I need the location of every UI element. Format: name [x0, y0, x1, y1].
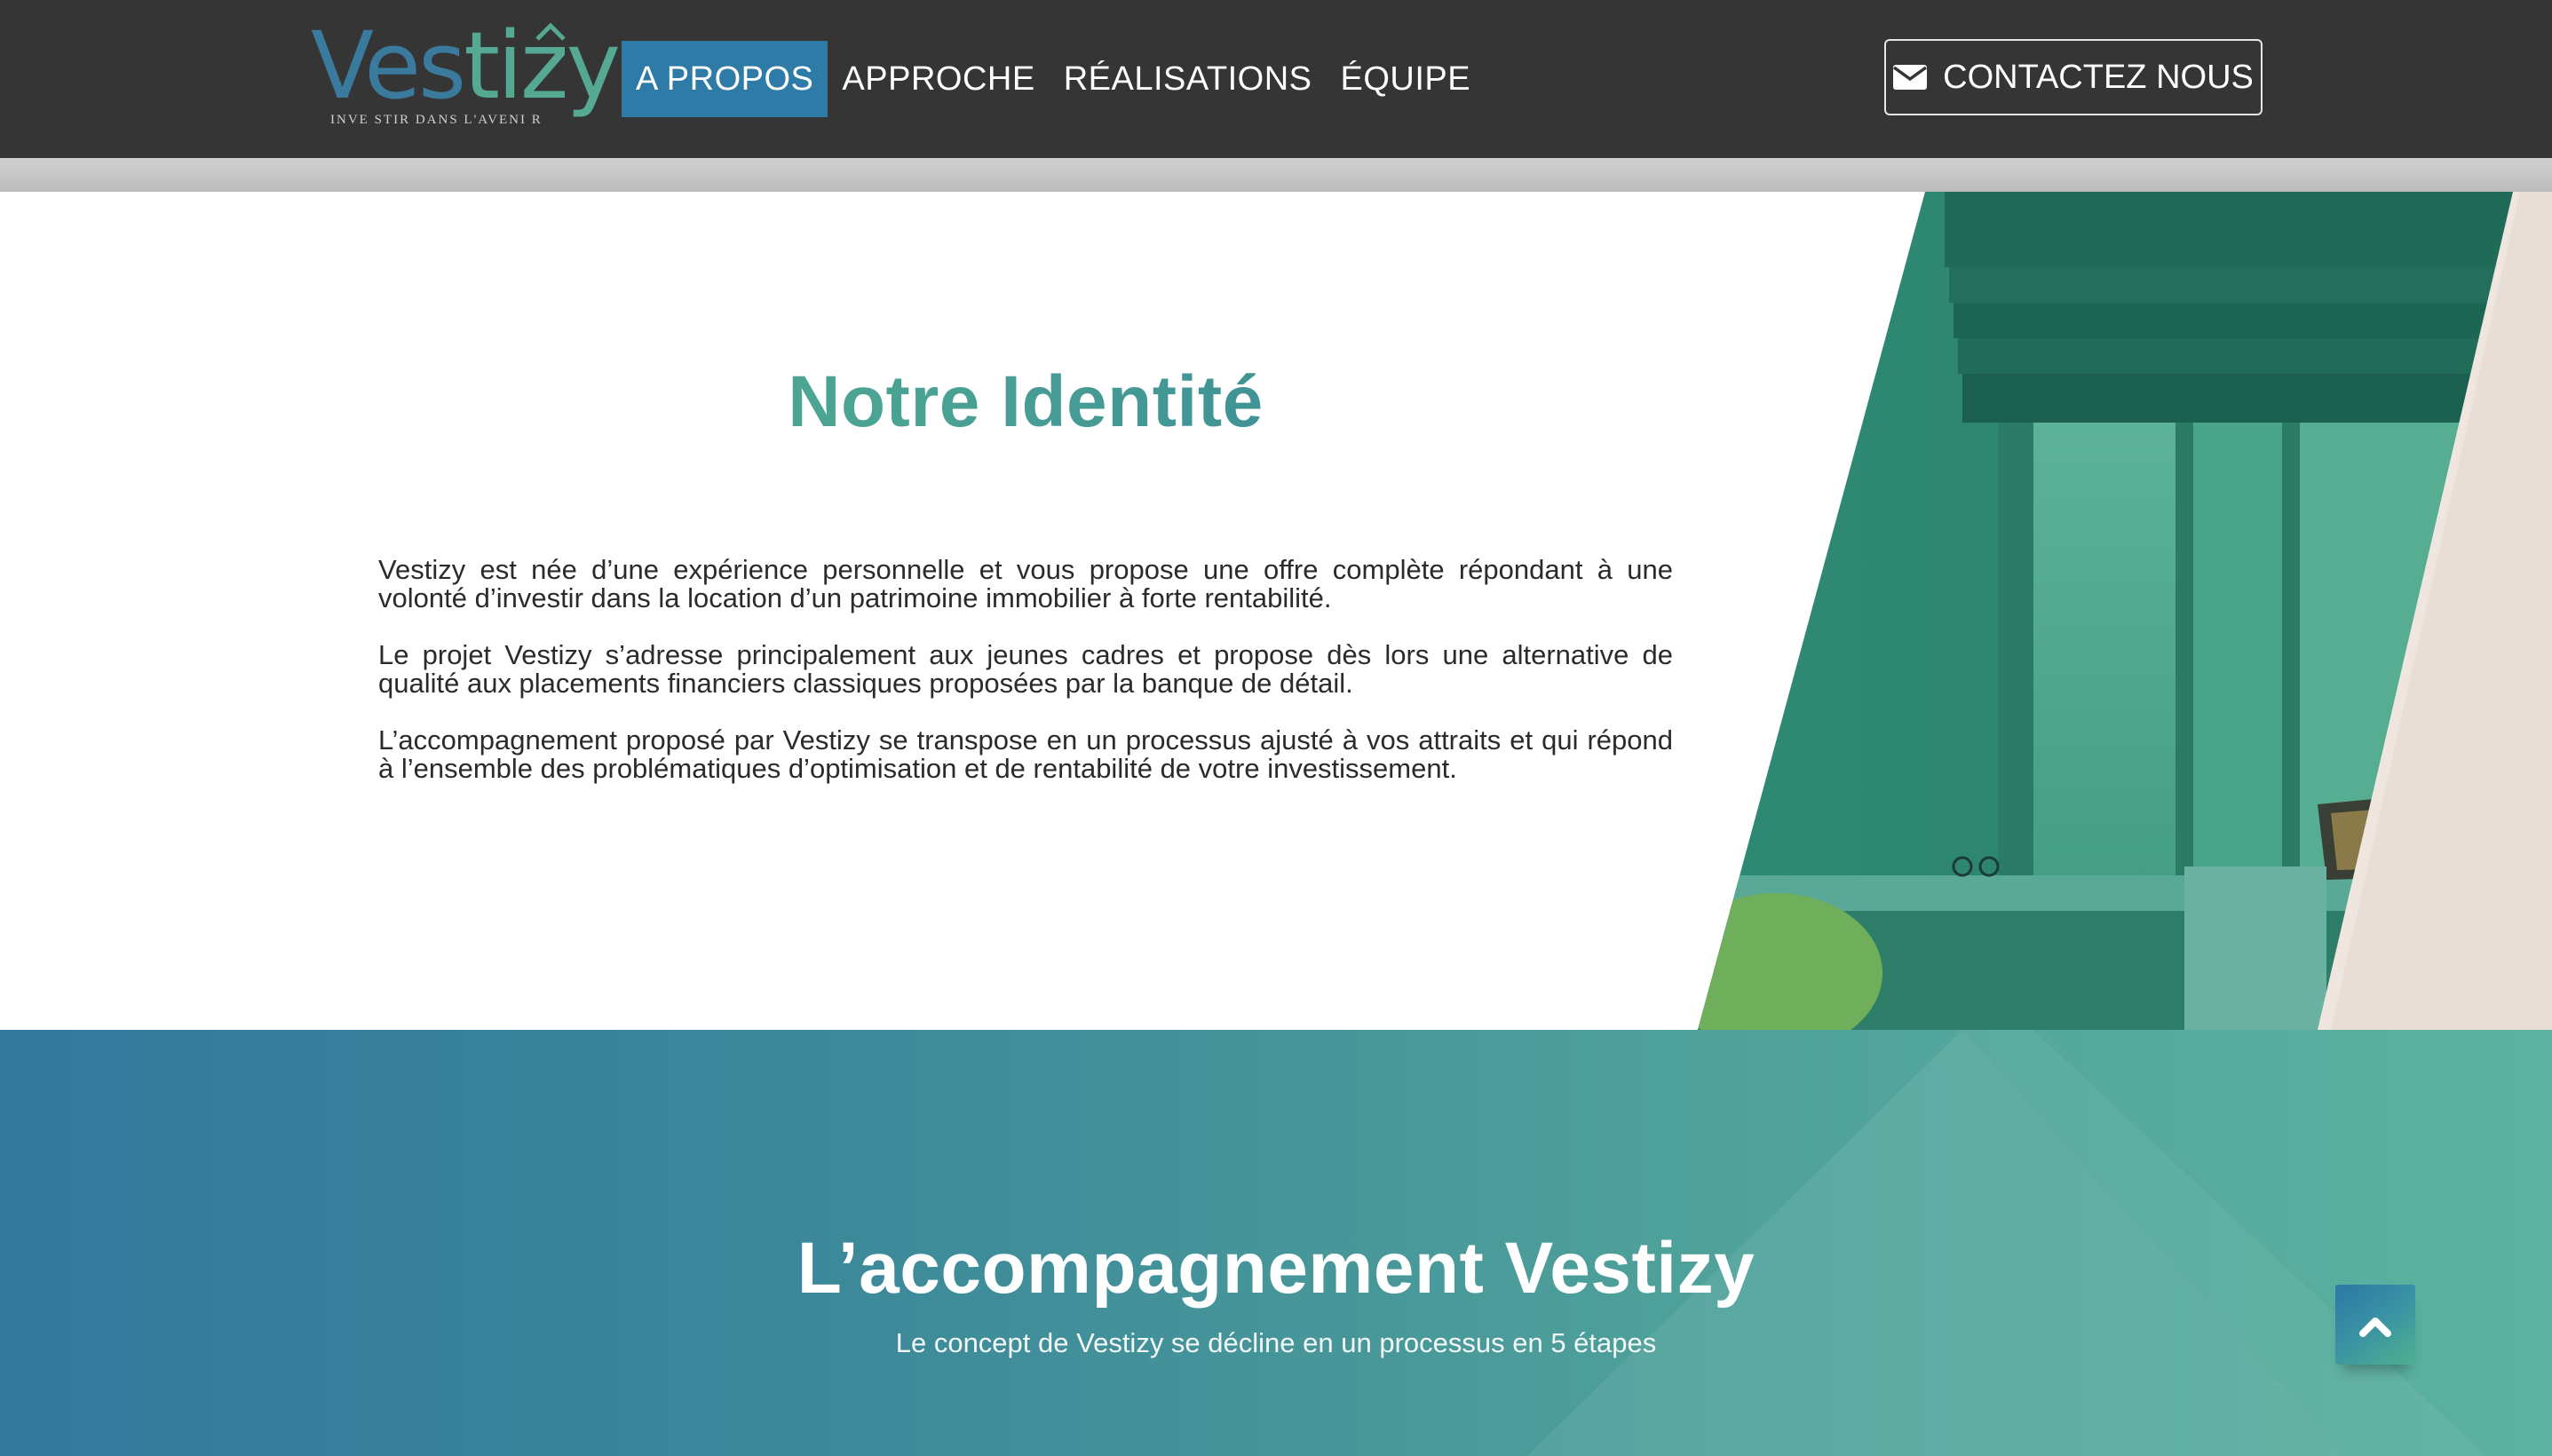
contact-button-label: CONTACTEZ NOUS [1943, 58, 2254, 96]
nav-item-approche[interactable]: APPROCHE [828, 41, 1049, 117]
accompaniment-subtitle: Le concept de Vestizy se décline en un p… [895, 1327, 1657, 1358]
contact-button[interactable]: CONTACTEZ NOUS [1884, 39, 2263, 115]
accompaniment-section: L’accompagnement Vestizy Le concept de V… [0, 1030, 2552, 1456]
identity-paragraph: Le projet Vestizy s’adresse principaleme… [378, 639, 1673, 699]
envelope-icon [1893, 65, 1928, 90]
vestizy-logo[interactable]: Vestizy INVE STIR DANS L'AVENI R [311, 20, 621, 143]
scroll-to-top-button[interactable] [2335, 1285, 2415, 1365]
main-nav: A PROPOS APPROCHE RÉALISATIONS ÉQUIPE [622, 41, 1485, 117]
accompaniment-title: L’accompagnement Vestizy [797, 1228, 1755, 1309]
site-header: Vestizy INVE STIR DANS L'AVENI R A PROPO… [0, 0, 2552, 158]
identity-text: Vestizy est née d’une expérience personn… [378, 556, 1673, 811]
logo-roof-icon [535, 23, 566, 41]
identity-paragraph: L’accompagnement proposé par Vestizy se … [378, 724, 1673, 784]
chevron-up-icon [2359, 1318, 2391, 1337]
identity-paragraph: Vestizy est née d’une expérience personn… [378, 554, 1673, 613]
identity-title: Notre Identité [0, 360, 2051, 444]
logo-tagline: INVE STIR DANS L'AVENI R [330, 113, 543, 127]
logo-wordmark: Vestizy [311, 12, 621, 120]
header-divider [0, 158, 2552, 192]
identity-section: Notre Identité Vestizy est née d’une exp… [0, 192, 2552, 1030]
nav-item-equipe[interactable]: ÉQUIPE [1327, 41, 1486, 117]
nav-item-a-propos[interactable]: A PROPOS [622, 41, 828, 117]
nav-item-realisations[interactable]: RÉALISATIONS [1050, 41, 1327, 117]
